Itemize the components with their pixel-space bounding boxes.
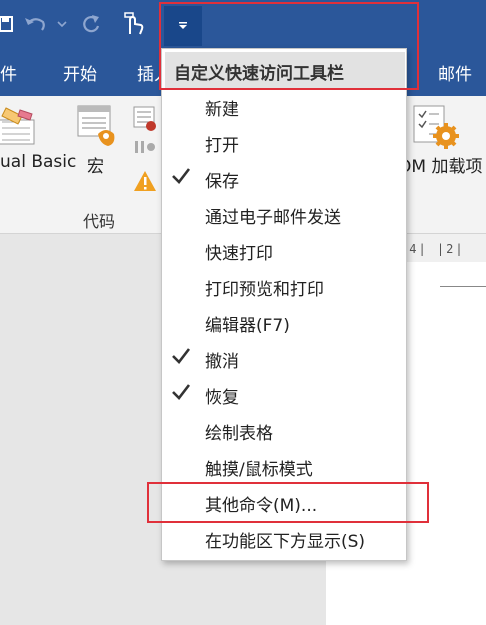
- menu-item-undo[interactable]: 撤消: [162, 341, 408, 377]
- macros-icon[interactable]: [76, 104, 120, 148]
- macros-label[interactable]: 宏: [87, 152, 104, 177]
- com-addins-label[interactable]: OM 加载项: [398, 152, 482, 177]
- menu-item-redo[interactable]: 恢复: [162, 377, 408, 413]
- customize-dropdown-icon: [179, 22, 187, 29]
- menu-item-quick-print[interactable]: 快速打印: [162, 233, 408, 269]
- menu-item-show-below-ribbon[interactable]: 在功能区下方显示(S): [162, 521, 408, 557]
- menu-item-more-commands[interactable]: 其他命令(M)...: [162, 485, 408, 521]
- visual-basic-icon[interactable]: [0, 106, 40, 146]
- undo-dropdown-icon[interactable]: [56, 8, 68, 40]
- tab-home[interactable]: 开始: [63, 60, 97, 85]
- menu-item-label: 在功能区下方显示(S): [205, 532, 366, 552]
- customize-qat-menu: 自定义快速访问工具栏 新建打开保存通过电子邮件发送 快速打印打印预览和打印 编辑器(…: [161, 48, 407, 561]
- menu-item-label: 绘制表格: [205, 424, 273, 444]
- code-group-label: 代码: [83, 212, 116, 231]
- macro-security-warning-icon[interactable]: [133, 170, 157, 192]
- record-macro-icon[interactable]: [133, 106, 157, 132]
- menu-item-label: 打印预览和打印: [205, 280, 324, 300]
- menu-item-draw-table[interactable]: 绘制表格: [162, 413, 408, 449]
- redo-icon[interactable]: [78, 8, 104, 40]
- visual-basic-label[interactable]: ual Basic: [0, 152, 76, 172]
- tab-mailings[interactable]: 邮件: [438, 60, 472, 85]
- checkmark-icon: [172, 384, 191, 400]
- pause-record-icon[interactable]: [133, 140, 157, 154]
- touch-mode-icon[interactable]: [118, 8, 150, 40]
- menu-item-email[interactable]: 通过电子邮件发送: [162, 197, 408, 233]
- save-icon[interactable]: [0, 8, 14, 40]
- undo-icon[interactable]: [22, 8, 48, 40]
- menu-item-label: 保存: [205, 172, 239, 192]
- ruler: |4| |2|: [400, 242, 465, 256]
- checkmark-icon: [172, 168, 191, 184]
- menu-item-label: 恢复: [205, 388, 239, 408]
- menu-item-save[interactable]: 保存: [162, 161, 408, 197]
- menu-item-touch-mouse-mode[interactable]: 触摸/鼠标模式: [162, 449, 408, 485]
- menu-item-label: 快速打印: [205, 244, 273, 264]
- title-bar: [0, 0, 486, 48]
- menu-item-print-preview[interactable]: 打印预览和打印: [162, 269, 408, 305]
- menu-item-new[interactable]: 新建: [162, 89, 408, 125]
- menu-item-label: 打开: [205, 136, 239, 156]
- ruler-divider: [440, 286, 486, 287]
- com-addins-icon[interactable]: [410, 104, 462, 152]
- menu-item-open[interactable]: 打开: [162, 125, 408, 161]
- menu-item-editor[interactable]: 编辑器(F7): [162, 305, 408, 341]
- menu-item-label: 撤消: [205, 352, 239, 372]
- menu-header: 自定义快速访问工具栏: [165, 52, 405, 89]
- customize-qat-button[interactable]: [164, 6, 202, 46]
- menu-item-label: 编辑器(F7): [205, 316, 290, 336]
- menu-item-label: 新建: [205, 100, 239, 120]
- tab-file[interactable]: 件: [0, 60, 17, 85]
- checkmark-icon: [172, 348, 191, 364]
- menu-item-label: 通过电子邮件发送: [205, 208, 341, 228]
- menu-item-label: 其他命令(M)...: [205, 496, 318, 516]
- menu-item-label: 触摸/鼠标模式: [205, 460, 313, 480]
